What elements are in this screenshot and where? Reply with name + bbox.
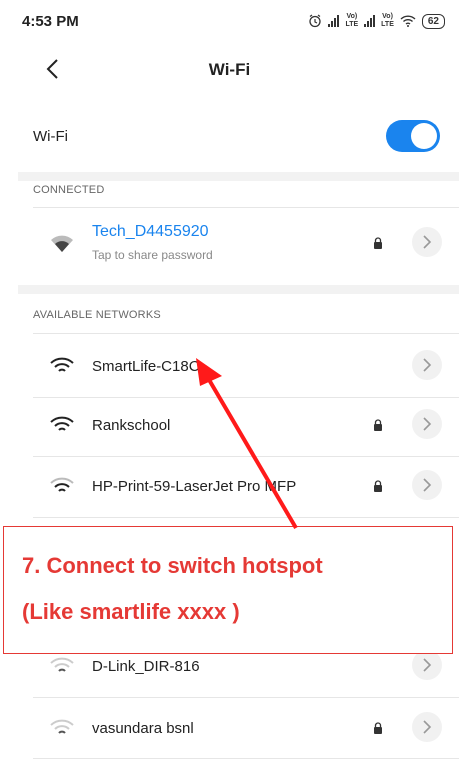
chevron-right-icon	[423, 358, 432, 372]
chevron-right-icon	[423, 658, 432, 672]
wifi-toggle-row[interactable]: Wi-Fi	[0, 106, 459, 166]
network-details-button[interactable]	[412, 409, 442, 439]
connected-network-row[interactable]: Tech_D4455920 Tap to share password	[0, 215, 459, 275]
title-bar: Wi-Fi	[0, 46, 459, 96]
wifi-signal-icon	[50, 719, 74, 734]
lock-icon	[374, 722, 382, 734]
wifi-signal-icon	[50, 477, 74, 492]
toggle-knob	[411, 123, 437, 149]
divider	[33, 207, 459, 208]
status-icons: Vo) LTE Vo) LTE 62	[308, 10, 445, 32]
network-details-button[interactable]	[412, 350, 442, 380]
annotation-line-1: 7. Connect to switch hotspot	[22, 553, 323, 578]
chevron-right-icon	[423, 417, 432, 431]
network-details-button[interactable]	[412, 470, 442, 500]
connected-network-name: Tech_D4455920	[92, 223, 209, 240]
status-time: 4:53 PM	[22, 13, 79, 30]
wifi-signal-icon	[51, 235, 73, 252]
signal-icon	[364, 15, 376, 27]
network-name: SmartLife-C18C	[92, 358, 200, 375]
divider	[33, 456, 459, 457]
battery-icon: 62	[421, 13, 445, 29]
wifi-signal-icon	[50, 657, 74, 672]
network-row[interactable]: vasundara bsnl	[0, 700, 459, 760]
network-details-button[interactable]	[412, 650, 442, 680]
network-details-button[interactable]	[412, 712, 442, 742]
lte-badge: Vo) LTE	[381, 13, 394, 28]
divider	[33, 517, 459, 518]
network-row[interactable]: SmartLife-C18C	[0, 338, 459, 398]
wifi-icon	[400, 15, 416, 27]
divider	[33, 758, 459, 759]
network-row[interactable]: HP-Print-59-LaserJet Pro MFP	[0, 458, 459, 518]
status-bar: 4:53 PM Vo) LTE Vo) LTE 62	[0, 0, 459, 44]
section-gap	[18, 285, 459, 294]
page-title: Wi-Fi	[208, 60, 251, 79]
lock-icon	[374, 480, 382, 492]
wifi-toggle-label: Wi-Fi	[33, 128, 68, 145]
wifi-signal-icon	[50, 416, 74, 431]
chevron-right-icon	[423, 235, 432, 249]
network-row[interactable]: Rankschool	[0, 397, 459, 457]
section-header-connected: CONNECTED	[33, 184, 105, 196]
annotation-callout: 7. Connect to switch hotspot (Like smart…	[3, 526, 453, 654]
wifi-toggle-switch[interactable]	[386, 120, 440, 152]
lock-icon	[374, 237, 382, 249]
signal-icon	[328, 15, 340, 27]
chevron-right-icon	[423, 720, 432, 734]
divider	[33, 697, 459, 698]
network-name: Rankschool	[92, 417, 171, 434]
annotation-line-2: (Like smartlife xxxx )	[22, 599, 240, 624]
lock-icon	[374, 419, 382, 431]
wifi-signal-icon	[50, 357, 74, 372]
network-name: vasundara bsnl	[92, 720, 194, 737]
chevron-right-icon	[423, 478, 432, 492]
connected-network-subtitle: Tap to share password	[92, 248, 213, 262]
divider	[33, 333, 459, 334]
network-details-button[interactable]	[412, 227, 442, 257]
network-name: D-Link_DIR-816	[92, 658, 200, 675]
lte-badge: Vo) LTE	[345, 13, 359, 28]
alarm-icon	[309, 14, 322, 28]
network-name: HP-Print-59-LaserJet Pro MFP	[92, 478, 297, 495]
section-header-available: AVAILABLE NETWORKS	[33, 309, 161, 321]
section-gap	[18, 172, 459, 181]
